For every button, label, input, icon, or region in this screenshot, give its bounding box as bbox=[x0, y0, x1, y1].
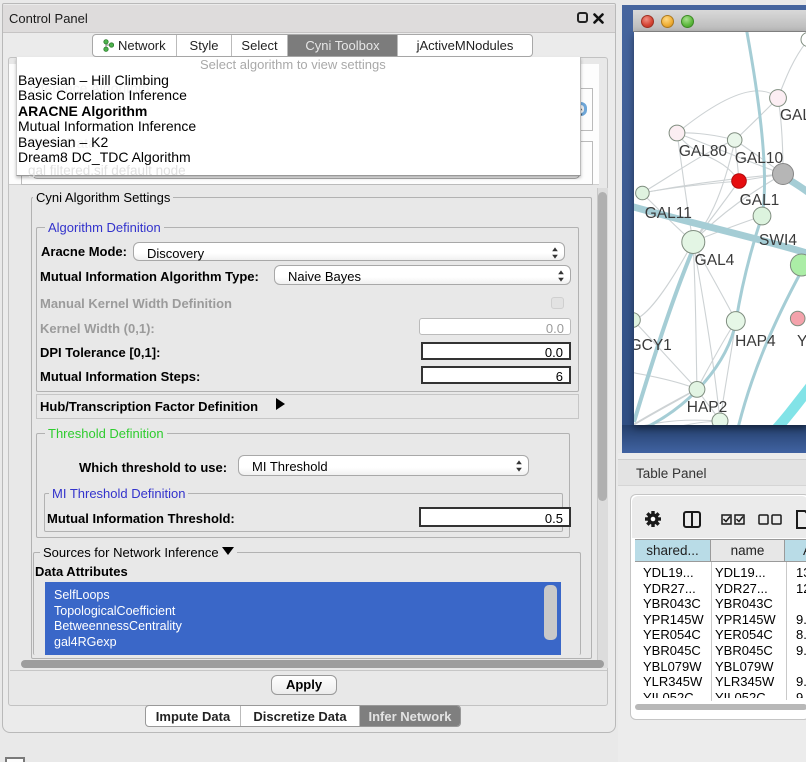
svg-text:GCY1: GCY1 bbox=[634, 337, 672, 354]
svg-text:GAL11: GAL11 bbox=[645, 205, 692, 222]
svg-text:GAL4: GAL4 bbox=[695, 252, 735, 269]
svg-text:GAL7: GAL7 bbox=[780, 107, 806, 124]
svg-text:GAL80: GAL80 bbox=[679, 143, 728, 160]
svg-text:YJ: YJ bbox=[797, 333, 806, 350]
svg-text:GAL1: GAL1 bbox=[740, 192, 780, 209]
svg-text:HAP4: HAP4 bbox=[735, 333, 776, 350]
svg-text:GAL10: GAL10 bbox=[735, 150, 784, 167]
svg-text:HAP2: HAP2 bbox=[687, 399, 728, 416]
svg-text:SWI4: SWI4 bbox=[759, 232, 797, 249]
